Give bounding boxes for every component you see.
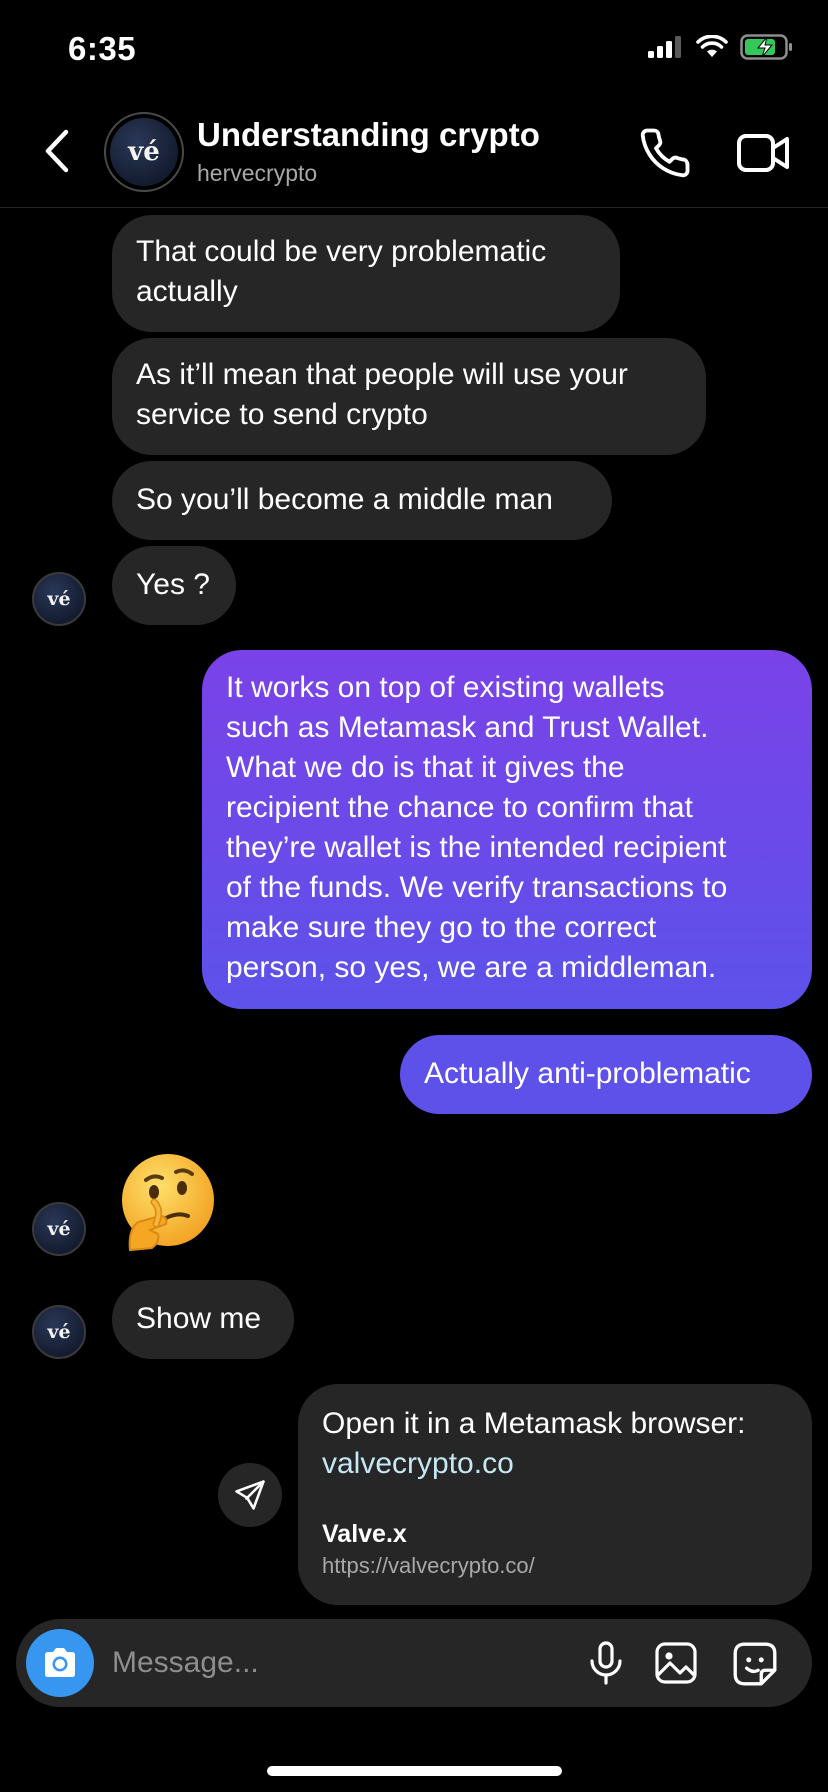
wifi-icon — [696, 35, 728, 57]
message-bubble[interactable]: Show me — [112, 1280, 294, 1359]
voice-message-button[interactable] — [582, 1639, 630, 1687]
back-button[interactable] — [38, 126, 78, 176]
thinking-face-emoji[interactable] — [116, 1152, 218, 1254]
link-message-bubble[interactable]: Open it in a Metamask browser: valvecryp… — [298, 1384, 812, 1605]
message-text: actually — [136, 275, 238, 308]
status-bar: 6:35 — [0, 0, 828, 100]
message-text: Show me — [136, 1302, 262, 1335]
message-bubble-outgoing[interactable]: Actually anti-problematic — [400, 1035, 812, 1114]
microphone-icon — [590, 1641, 622, 1685]
message-bubble[interactable]: As it’ll mean that people will use your … — [112, 338, 706, 455]
message-text: of the funds. We verify transactions to — [226, 871, 728, 904]
message-text: As it’ll mean that people will use your — [136, 358, 628, 391]
voice-call-button[interactable] — [638, 126, 692, 180]
sender-avatar[interactable]: vé — [32, 1202, 86, 1256]
camera-icon — [45, 1648, 75, 1677]
status-icons — [648, 34, 794, 60]
signal-icon — [648, 36, 681, 58]
message-bubble[interactable]: So you’ll become a middle man — [112, 461, 612, 540]
thinking-face-icon — [122, 1154, 214, 1252]
video-camera-icon — [737, 134, 789, 172]
sender-avatar[interactable]: vé — [32, 572, 86, 626]
message-text: Yes ? — [136, 568, 210, 601]
message-bubble[interactable]: Yes ? — [112, 546, 236, 625]
sender-avatar[interactable]: vé — [32, 1305, 86, 1359]
message-text: person, so yes, we are a middleman. — [226, 951, 717, 984]
contact-avatar[interactable]: vé — [104, 112, 184, 192]
message-link[interactable]: valvecrypto.co — [322, 1444, 788, 1484]
message-text: recipient the chance to confirm that — [226, 791, 693, 824]
message-text: So you’ll become a middle man — [136, 483, 553, 516]
message-text: make sure they go to the correct — [226, 911, 657, 944]
message-text: service to send crypto — [136, 398, 428, 431]
link-preview-url[interactable]: https://valvecrypto.co/ — [322, 1553, 788, 1579]
phone-icon — [640, 128, 690, 178]
message-thread[interactable]: That could be very problematic actually … — [0, 209, 828, 1609]
chat-title[interactable]: Understanding crypto — [197, 116, 540, 154]
avatar-monogram: vé — [110, 118, 178, 186]
message-bubble[interactable]: That could be very problematic actually — [112, 215, 620, 332]
back-icon — [45, 129, 69, 173]
image-icon — [655, 1642, 697, 1684]
video-call-button[interactable] — [736, 128, 792, 178]
message-text: they’re wallet is the intended recipient — [226, 831, 727, 864]
message-text: It works on top of existing wallets — [226, 671, 665, 704]
chat-header: vé Understanding crypto hervecrypto — [0, 100, 828, 208]
gallery-button[interactable] — [652, 1639, 700, 1687]
send-icon — [235, 1480, 265, 1510]
message-text: Actually anti-problematic — [424, 1057, 751, 1090]
message-text: Open it in a Metamask browser: — [322, 1407, 746, 1440]
message-text: What we do is that it gives the — [226, 751, 625, 784]
message-input[interactable] — [112, 1641, 492, 1685]
message-composer — [16, 1619, 812, 1707]
message-text: That could be very problematic — [136, 235, 547, 268]
sticker-button[interactable] — [730, 1639, 780, 1689]
message-bubble-outgoing[interactable]: It works on top of existing wallets such… — [202, 650, 812, 1009]
link-preview-title[interactable]: Valve.x — [322, 1520, 788, 1549]
chat-username[interactable]: hervecrypto — [197, 160, 317, 187]
message-text: such as Metamask and Trust Wallet. — [226, 711, 709, 744]
status-time: 6:35 — [68, 30, 137, 67]
share-button[interactable] — [218, 1463, 282, 1527]
camera-button[interactable] — [26, 1629, 94, 1697]
sticker-icon — [733, 1642, 777, 1686]
home-indicator[interactable] — [267, 1766, 562, 1776]
battery-charging-icon — [740, 34, 792, 60]
